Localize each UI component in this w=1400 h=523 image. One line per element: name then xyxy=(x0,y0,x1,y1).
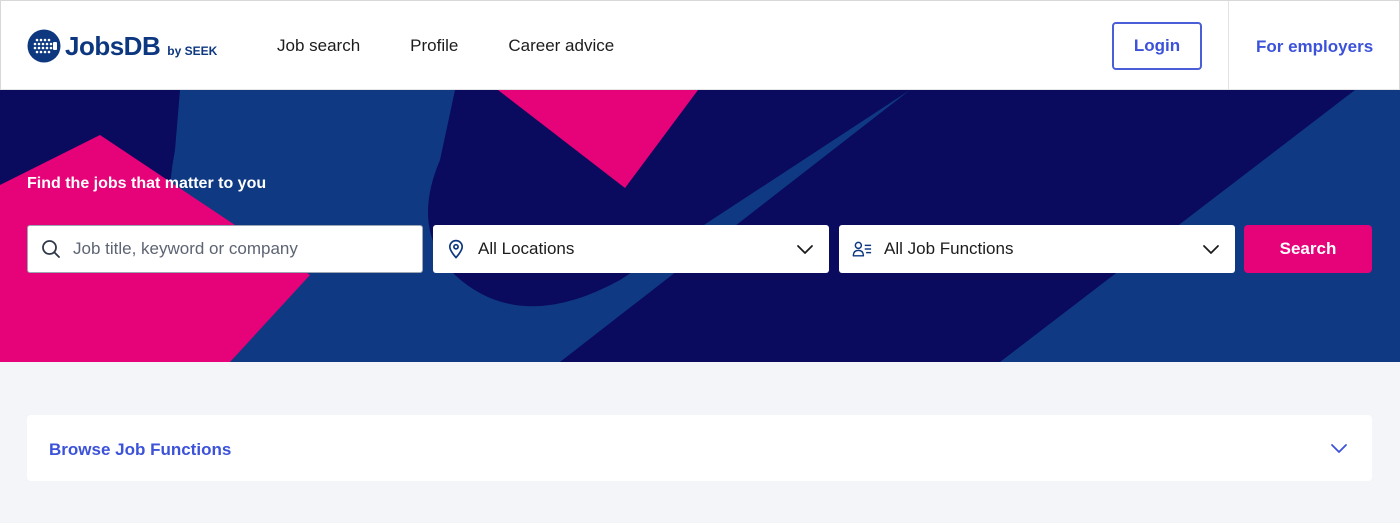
search-button[interactable]: Search xyxy=(1244,225,1372,273)
keyword-input[interactable] xyxy=(73,239,393,259)
for-employers-link[interactable]: For employers xyxy=(1256,37,1373,57)
logo-by-seek: by SEEK xyxy=(167,44,218,58)
nav-profile[interactable]: Profile xyxy=(410,36,458,56)
hero-title: Find the jobs that matter to you xyxy=(27,175,267,192)
keyword-search-field[interactable] xyxy=(27,225,423,273)
location-select[interactable]: All Locations xyxy=(433,225,829,273)
browse-job-functions-title: Browse Job Functions xyxy=(49,440,232,459)
search-icon xyxy=(41,239,61,259)
logo-wordmark: JobsDB xyxy=(65,30,161,61)
jobsdb-logo[interactable]: JobsDB by SEEK xyxy=(27,29,217,63)
browse-job-functions-panel[interactable]: Browse Job Functions xyxy=(27,415,1372,481)
header-divider xyxy=(1228,1,1229,90)
location-value: All Locations xyxy=(478,239,575,258)
location-pin-icon xyxy=(446,239,466,259)
person-list-icon xyxy=(852,239,872,259)
job-function-value: All Job Functions xyxy=(884,239,1014,258)
nav-job-search[interactable]: Job search xyxy=(277,36,360,56)
job-function-select[interactable]: All Job Functions xyxy=(839,225,1235,273)
chevron-down-icon xyxy=(1203,245,1219,254)
nav-career-advice[interactable]: Career advice xyxy=(508,36,614,56)
jobsdb-logo-icon xyxy=(27,29,61,63)
login-button[interactable]: Login xyxy=(1112,22,1202,70)
main-nav: Job search Profile Career advice xyxy=(277,36,664,56)
site-header: JobsDB by SEEK Job search Profile Career… xyxy=(0,0,1400,90)
chevron-down-icon[interactable] xyxy=(1329,438,1349,458)
chevron-down-icon xyxy=(797,245,813,254)
search-hero: Find the jobs that matter to you All Loc… xyxy=(0,90,1400,362)
